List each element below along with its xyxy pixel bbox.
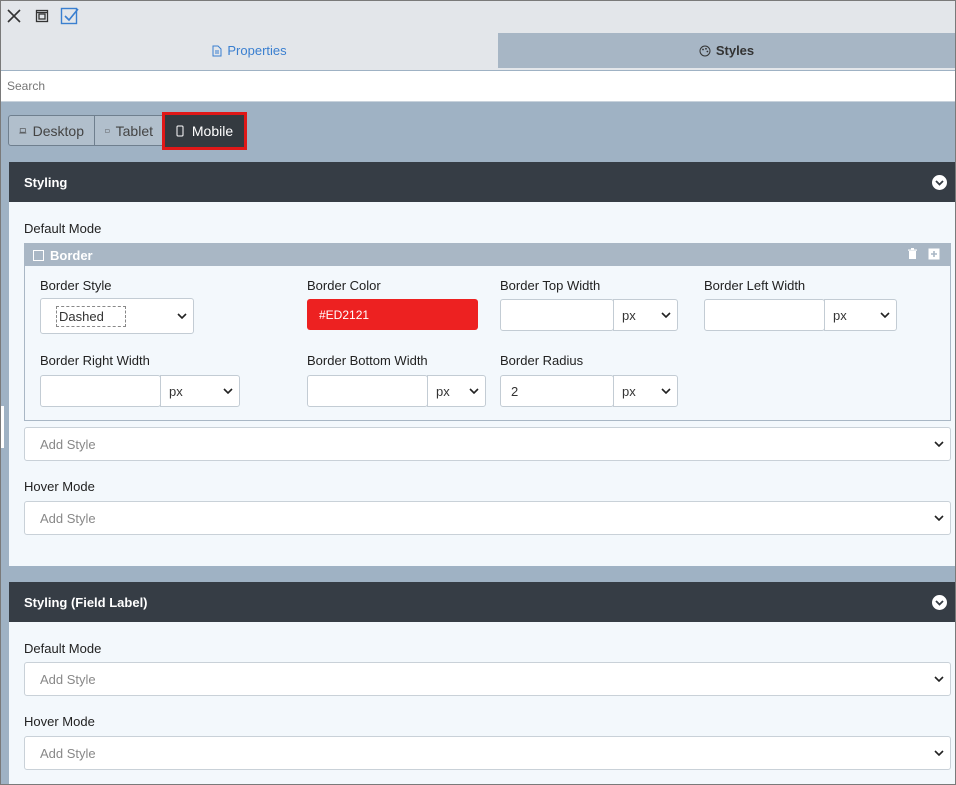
default-mode-label: Default Mode bbox=[24, 221, 102, 236]
border-color-value: #ED2121 bbox=[319, 307, 370, 322]
field-label-hover-add-style-placeholder: Add Style bbox=[40, 745, 96, 761]
device-tablet-label: Tablet bbox=[115, 122, 153, 139]
styles-panel-window: Properties Styles Desktop Tablet Mobile … bbox=[0, 0, 956, 785]
resize-handle[interactable] bbox=[1, 406, 4, 448]
chevron-down-icon bbox=[223, 385, 233, 397]
border-bottom-width-input[interactable] bbox=[307, 375, 428, 407]
field-label-hover-add-style-select[interactable]: Add Style bbox=[24, 736, 951, 770]
border-left-width-unit-select[interactable]: px bbox=[824, 299, 897, 331]
border-bottom-width-unit: px bbox=[436, 383, 450, 399]
border-right-width-label: Border Right Width bbox=[40, 353, 150, 368]
field-label-default-add-style-select[interactable]: Add Style bbox=[24, 662, 951, 696]
border-left-width-unit: px bbox=[833, 307, 847, 323]
palette-icon bbox=[699, 45, 711, 56]
border-card-header: Border bbox=[25, 244, 950, 266]
tab-bar: Properties Styles bbox=[1, 33, 955, 102]
border-right-width-unit: px bbox=[169, 383, 183, 399]
tablet-icon bbox=[105, 128, 110, 133]
top-toolbar bbox=[1, 1, 955, 33]
border-right-width-unit-select[interactable]: px bbox=[160, 375, 240, 407]
styling-panel: Styling Default Mode Border Border Style… bbox=[9, 162, 955, 566]
border-radius-value: 2 bbox=[511, 383, 519, 399]
device-desktop-button[interactable]: Desktop bbox=[8, 115, 95, 146]
styling-panel-title: Styling bbox=[24, 174, 68, 190]
border-radius-unit-select[interactable]: px bbox=[613, 375, 678, 407]
border-radius-input[interactable]: 2 bbox=[500, 375, 614, 407]
border-style-value: Dashed bbox=[56, 306, 126, 327]
border-color-label: Border Color bbox=[307, 278, 381, 293]
tab-properties[interactable]: Properties bbox=[1, 33, 498, 68]
chevron-down-icon bbox=[934, 747, 944, 759]
hover-add-style-select[interactable]: Add Style bbox=[24, 501, 951, 535]
chevron-down-icon[interactable] bbox=[932, 175, 947, 190]
border-radius-label: Border Radius bbox=[500, 353, 584, 368]
device-mobile-button[interactable]: Mobile bbox=[162, 112, 247, 150]
add-icon[interactable] bbox=[928, 248, 940, 260]
styling-field-label-panel-title: Styling (Field Label) bbox=[24, 594, 148, 610]
trash-icon[interactable] bbox=[907, 248, 918, 260]
border-top-width-unit: px bbox=[622, 307, 636, 323]
styling-field-label-panel: Styling (Field Label) Default Mode Add S… bbox=[9, 582, 955, 784]
document-icon bbox=[212, 45, 222, 56]
chevron-down-icon[interactable] bbox=[932, 595, 947, 610]
styling-field-label-panel-header[interactable]: Styling (Field Label) bbox=[9, 582, 955, 622]
restore-window-icon[interactable] bbox=[31, 5, 53, 27]
border-left-width-input[interactable] bbox=[704, 299, 825, 331]
border-bottom-width-unit-select[interactable]: px bbox=[427, 375, 486, 407]
chevron-down-icon bbox=[469, 385, 479, 397]
border-color-input[interactable]: #ED2121 bbox=[307, 299, 478, 330]
chevron-down-icon bbox=[934, 673, 944, 685]
chevron-down-icon bbox=[661, 309, 671, 321]
checked-box-icon[interactable] bbox=[59, 5, 81, 27]
border-radius-unit: px bbox=[622, 383, 636, 399]
default-add-style-select[interactable]: Add Style bbox=[24, 427, 951, 461]
border-checkbox[interactable] bbox=[33, 249, 44, 261]
default-add-style-placeholder: Add Style bbox=[40, 436, 96, 452]
chevron-down-icon bbox=[661, 385, 671, 397]
chevron-down-icon bbox=[880, 309, 890, 321]
search-input[interactable] bbox=[1, 71, 955, 102]
device-switch: Desktop Tablet bbox=[8, 115, 164, 146]
tab-properties-label: Properties bbox=[227, 43, 287, 58]
border-style-label: Border Style bbox=[40, 278, 112, 293]
laptop-icon bbox=[19, 127, 27, 133]
border-top-width-unit-select[interactable]: px bbox=[613, 299, 678, 331]
chevron-down-icon bbox=[934, 438, 944, 450]
border-left-width-label: Border Left Width bbox=[704, 278, 806, 293]
border-style-select[interactable]: Dashed bbox=[40, 298, 194, 334]
border-style-card: Border Border Style Border Color Border … bbox=[24, 243, 951, 421]
tab-styles[interactable]: Styles bbox=[498, 33, 955, 68]
styling-panel-header[interactable]: Styling bbox=[9, 162, 955, 202]
hover-add-style-placeholder: Add Style bbox=[40, 510, 96, 526]
field-label-hover-mode-label: Hover Mode bbox=[24, 714, 95, 729]
device-desktop-label: Desktop bbox=[32, 122, 84, 139]
field-label-default-add-style-placeholder: Add Style bbox=[40, 671, 96, 687]
device-tablet-button[interactable]: Tablet bbox=[95, 115, 164, 146]
tab-styles-label: Styles bbox=[715, 43, 755, 58]
hover-mode-label: Hover Mode bbox=[24, 479, 95, 494]
border-top-width-label: Border Top Width bbox=[500, 278, 601, 293]
device-mobile-label: Mobile bbox=[191, 123, 234, 139]
border-bottom-width-label: Border Bottom Width bbox=[307, 353, 428, 368]
border-card-title: Border bbox=[50, 247, 93, 263]
chevron-down-icon bbox=[934, 512, 944, 524]
field-label-default-mode-label: Default Mode bbox=[24, 641, 102, 656]
chevron-down-icon bbox=[177, 310, 187, 322]
border-right-width-input[interactable] bbox=[40, 375, 161, 407]
mobile-icon bbox=[176, 125, 184, 137]
close-icon[interactable] bbox=[3, 5, 25, 27]
border-top-width-input[interactable] bbox=[500, 299, 614, 331]
